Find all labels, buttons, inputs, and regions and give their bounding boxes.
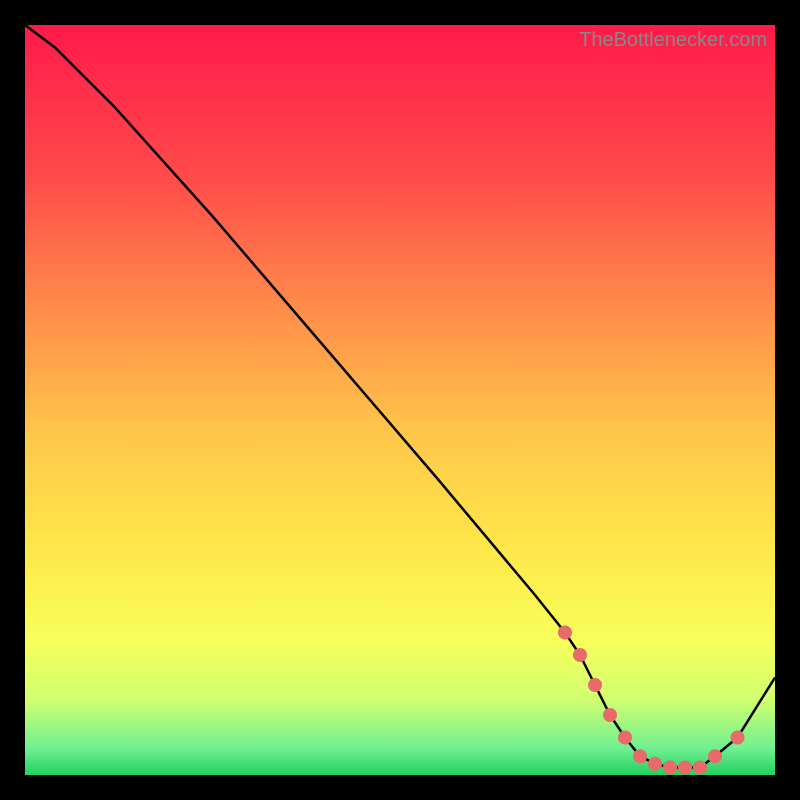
- highlight-dot: [588, 678, 602, 692]
- highlight-dot: [663, 761, 677, 775]
- highlight-dot: [573, 648, 587, 662]
- highlight-dot: [731, 731, 745, 745]
- highlight-dot: [603, 708, 617, 722]
- chart-svg: [25, 25, 775, 775]
- chart-frame: TheBottlenecker.com: [25, 25, 775, 775]
- gradient-background: [25, 25, 775, 775]
- highlight-dot: [648, 757, 662, 771]
- highlight-dot: [693, 761, 707, 775]
- watermark-text: TheBottlenecker.com: [579, 29, 767, 52]
- highlight-dot: [708, 749, 722, 763]
- highlight-dot: [618, 731, 632, 745]
- highlight-dot: [558, 626, 572, 640]
- highlight-dot: [633, 749, 647, 763]
- highlight-dot: [678, 761, 692, 775]
